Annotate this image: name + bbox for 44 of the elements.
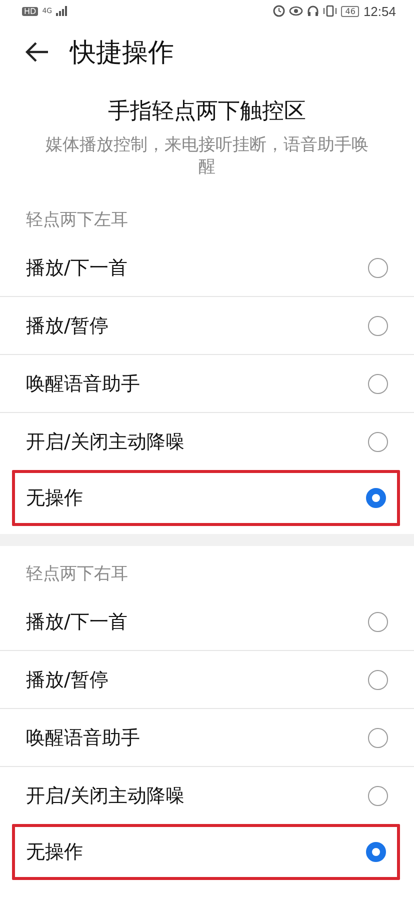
option-label: 播放/暂停	[26, 314, 108, 338]
back-arrow-icon[interactable]	[24, 41, 50, 63]
group-label: 轻点两下左耳	[25, 209, 129, 231]
option-row[interactable]: 开启/关闭主动降噪	[0, 412, 414, 470]
option-label: 无操作	[26, 486, 83, 511]
option-row[interactable]: 播放/下一首	[0, 239, 414, 296]
description: 媒体播放控制，来电接听挂断，语音助手唤醒	[44, 134, 370, 178]
option-row[interactable]: 唤醒语音助手	[0, 708, 414, 766]
radio-button[interactable]	[368, 670, 388, 690]
radio-button[interactable]	[368, 316, 388, 336]
radio-button[interactable]	[368, 612, 388, 632]
option-label: 播放/下一首	[26, 610, 128, 634]
radio-button[interactable]	[368, 432, 388, 452]
page-title: 快捷操作	[70, 36, 174, 70]
clock-time: 12:54	[363, 4, 396, 18]
radio-button[interactable]	[368, 374, 388, 394]
radio-button[interactable]	[368, 258, 388, 278]
option-row[interactable]: 播放/暂停	[0, 296, 414, 354]
radio-button[interactable]	[368, 786, 388, 806]
vibrate-icon	[323, 5, 338, 17]
clock-icon	[273, 5, 286, 17]
option-label: 唤醒语音助手	[26, 372, 140, 396]
option-label: 开启/关闭主动降噪	[26, 784, 184, 808]
eye-icon	[289, 6, 304, 16]
radio-button[interactable]	[368, 728, 388, 748]
highlighted-option-row[interactable]: 无操作	[12, 470, 400, 526]
option-label: 无操作	[26, 840, 83, 865]
signal-icon	[56, 6, 68, 16]
option-row[interactable]: 开启/关闭主动降噪	[0, 766, 414, 824]
option-row[interactable]: 唤醒语音助手	[0, 354, 414, 412]
section-title: 手指轻点两下触控区	[108, 98, 306, 126]
radio-button[interactable]	[366, 488, 386, 508]
hd-badge: HD	[22, 6, 38, 16]
highlighted-option-row[interactable]: 无操作	[12, 824, 400, 880]
option-label: 唤醒语音助手	[26, 726, 140, 750]
battery-level: 46	[341, 6, 360, 16]
option-label: 播放/暂停	[26, 668, 108, 692]
option-row[interactable]: 播放/下一首	[0, 593, 414, 650]
headphones-icon	[307, 5, 320, 17]
option-row[interactable]: 播放/暂停	[0, 650, 414, 708]
option-label: 播放/下一首	[26, 256, 128, 280]
option-label: 开启/关闭主动降噪	[26, 430, 184, 454]
radio-button[interactable]	[366, 842, 386, 862]
group-label: 轻点两下右耳	[25, 563, 129, 585]
